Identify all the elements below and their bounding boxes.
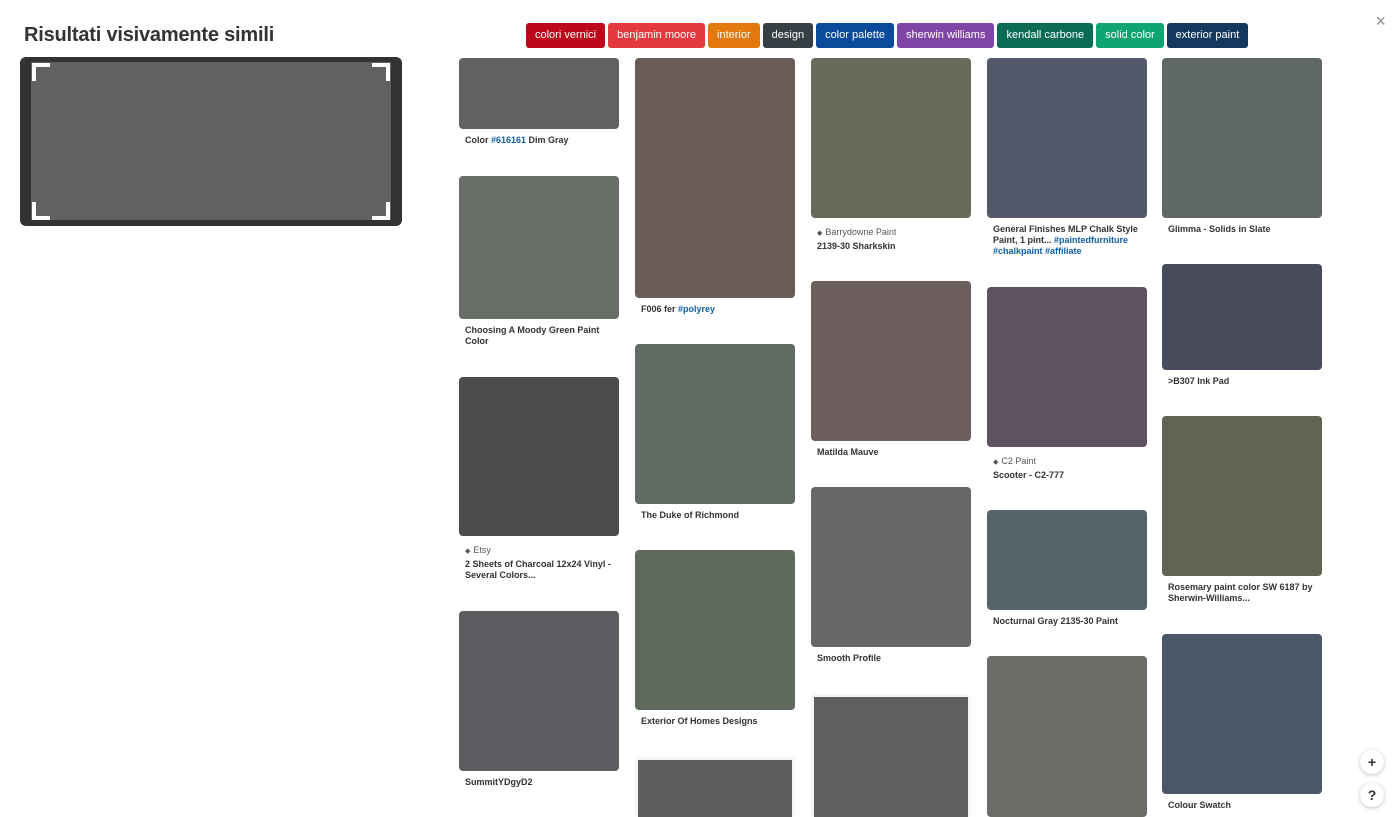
tag-sherwin-williams[interactable]: sherwin williams <box>897 23 995 48</box>
pin-card[interactable] <box>811 694 971 817</box>
pin-card[interactable]: Color #616161 Dim Gray <box>459 58 619 146</box>
pin-image[interactable] <box>1162 416 1322 576</box>
pin-card[interactable]: Colour Swatch <box>1162 634 1322 811</box>
pin-card[interactable]: Etsy 2 Sheets of Charcoal 12x24 Vinyl - S… <box>459 377 619 581</box>
pin-image[interactable] <box>1162 58 1322 218</box>
pin-image[interactable] <box>1162 264 1322 370</box>
pin-card[interactable]: C2 Paint Scooter - C2-777 <box>987 287 1147 481</box>
pin-image[interactable] <box>987 287 1147 447</box>
tag-solid-color[interactable]: solid color <box>1096 23 1164 48</box>
tag-exterior-paint[interactable]: exterior paint <box>1166 23 1249 48</box>
tag-design[interactable]: design <box>762 23 814 48</box>
crop-corner-top-right[interactable] <box>372 63 390 81</box>
pin-image[interactable] <box>635 550 795 710</box>
pin-caption: The Duke of Richmond <box>641 510 740 520</box>
pin-caption: SummitYDgyD2 <box>465 777 533 787</box>
pin-image[interactable] <box>635 344 795 504</box>
pin-caption: Choosing A Moody Green Paint Color <box>465 325 600 346</box>
pin-caption: Colour Swatch <box>1168 800 1232 810</box>
pin-card[interactable]: The Duke of Richmond <box>635 344 795 521</box>
pin-card[interactable] <box>635 757 795 817</box>
pin-card[interactable]: Smooth Profile <box>811 487 971 664</box>
pin-card[interactable]: Rosemary paint color SW 6187 by Sherwin-… <box>1162 416 1322 604</box>
pin-image[interactable] <box>811 694 971 817</box>
pin-card[interactable] <box>987 656 1147 817</box>
query-image <box>31 62 391 220</box>
pin-image[interactable] <box>459 58 619 129</box>
pin-caption: Scooter - C2-777 <box>993 470 1065 480</box>
pin-caption: F006 fer #polyrey <box>641 304 716 314</box>
pin-caption: Smooth Profile <box>817 653 882 663</box>
pin-image[interactable] <box>811 487 971 647</box>
pin-image[interactable] <box>459 611 619 771</box>
search-tags: colori vernici benjamin moore interior d… <box>526 23 1249 48</box>
pin-image[interactable] <box>459 377 619 536</box>
pin-caption: Glimma - Solids in Slate <box>1168 224 1271 234</box>
tag-color-palette[interactable]: color palette <box>816 23 894 48</box>
crop-corner-bottom-right[interactable] <box>372 202 390 220</box>
add-button[interactable]: + <box>1360 750 1384 774</box>
query-image-preview[interactable] <box>20 57 402 226</box>
close-icon[interactable]: × <box>1375 12 1386 30</box>
pin-card[interactable]: Glimma - Solids in Slate <box>1162 58 1322 235</box>
pin-image[interactable] <box>987 58 1147 218</box>
pin-card[interactable]: >B307 Ink Pad <box>1162 264 1322 387</box>
tag-interior[interactable]: interior <box>708 23 760 48</box>
pin-card[interactable]: Barrydowne Paint 2139-30 Sharkskin <box>811 58 971 252</box>
pin-caption: Nocturnal Gray 2135-30 Paint <box>993 616 1119 626</box>
pin-image[interactable] <box>635 58 795 298</box>
tag-colori-vernici[interactable]: colori vernici <box>526 23 606 48</box>
pin-image[interactable] <box>811 281 971 441</box>
page-title: Risultati visivamente simili <box>24 24 275 46</box>
pin-image[interactable] <box>1162 634 1322 794</box>
help-button[interactable]: ? <box>1360 783 1384 807</box>
pin-caption: >B307 Ink Pad <box>1168 376 1230 386</box>
pin-source[interactable]: Barrydowne Paint <box>817 227 971 237</box>
pin-card[interactable]: Exterior Of Homes Designs <box>635 550 795 727</box>
crop-corner-bottom-left[interactable] <box>32 202 50 220</box>
pin-image[interactable] <box>459 176 619 319</box>
tag-benjamin-moore[interactable]: benjamin moore <box>608 23 706 48</box>
pin-card[interactable]: SummitYDgyD2 <box>459 611 619 788</box>
pin-caption: 2 Sheets of Charcoal 12x24 Vinyl - Sever… <box>465 559 611 580</box>
pin-caption: Matilda Mauve <box>817 447 879 457</box>
pin-caption: General Finishes MLP Chalk Style Paint, … <box>993 224 1138 256</box>
pin-caption: Rosemary paint color SW 6187 by Sherwin-… <box>1168 582 1313 603</box>
pin-card[interactable]: General Finishes MLP Chalk Style Paint, … <box>987 58 1147 257</box>
pin-card[interactable]: F006 fer #polyrey <box>635 58 795 315</box>
pin-hashtag-link[interactable]: #polyrey <box>678 304 715 314</box>
pin-card[interactable]: Matilda Mauve <box>811 281 971 458</box>
pin-card[interactable]: Choosing A Moody Green Paint Color <box>459 176 619 347</box>
pin-card[interactable]: Nocturnal Gray 2135-30 Paint <box>987 510 1147 627</box>
pin-caption: 2139-30 Sharkskin <box>817 241 896 251</box>
pin-source[interactable]: Etsy <box>465 545 619 555</box>
tag-kendall-carbone[interactable]: kendall carbone <box>997 23 1094 48</box>
pin-caption: Exterior Of Homes Designs <box>641 716 758 726</box>
pin-source[interactable]: C2 Paint <box>993 456 1147 466</box>
crop-corner-top-left[interactable] <box>32 63 50 81</box>
pin-image[interactable] <box>987 656 1147 817</box>
pin-hashtag-link[interactable]: #616161 <box>491 135 526 145</box>
pin-image[interactable] <box>987 510 1147 610</box>
pin-image[interactable] <box>635 757 795 817</box>
pin-caption: Color #616161 Dim Gray <box>465 135 569 145</box>
pin-image[interactable] <box>811 58 971 218</box>
